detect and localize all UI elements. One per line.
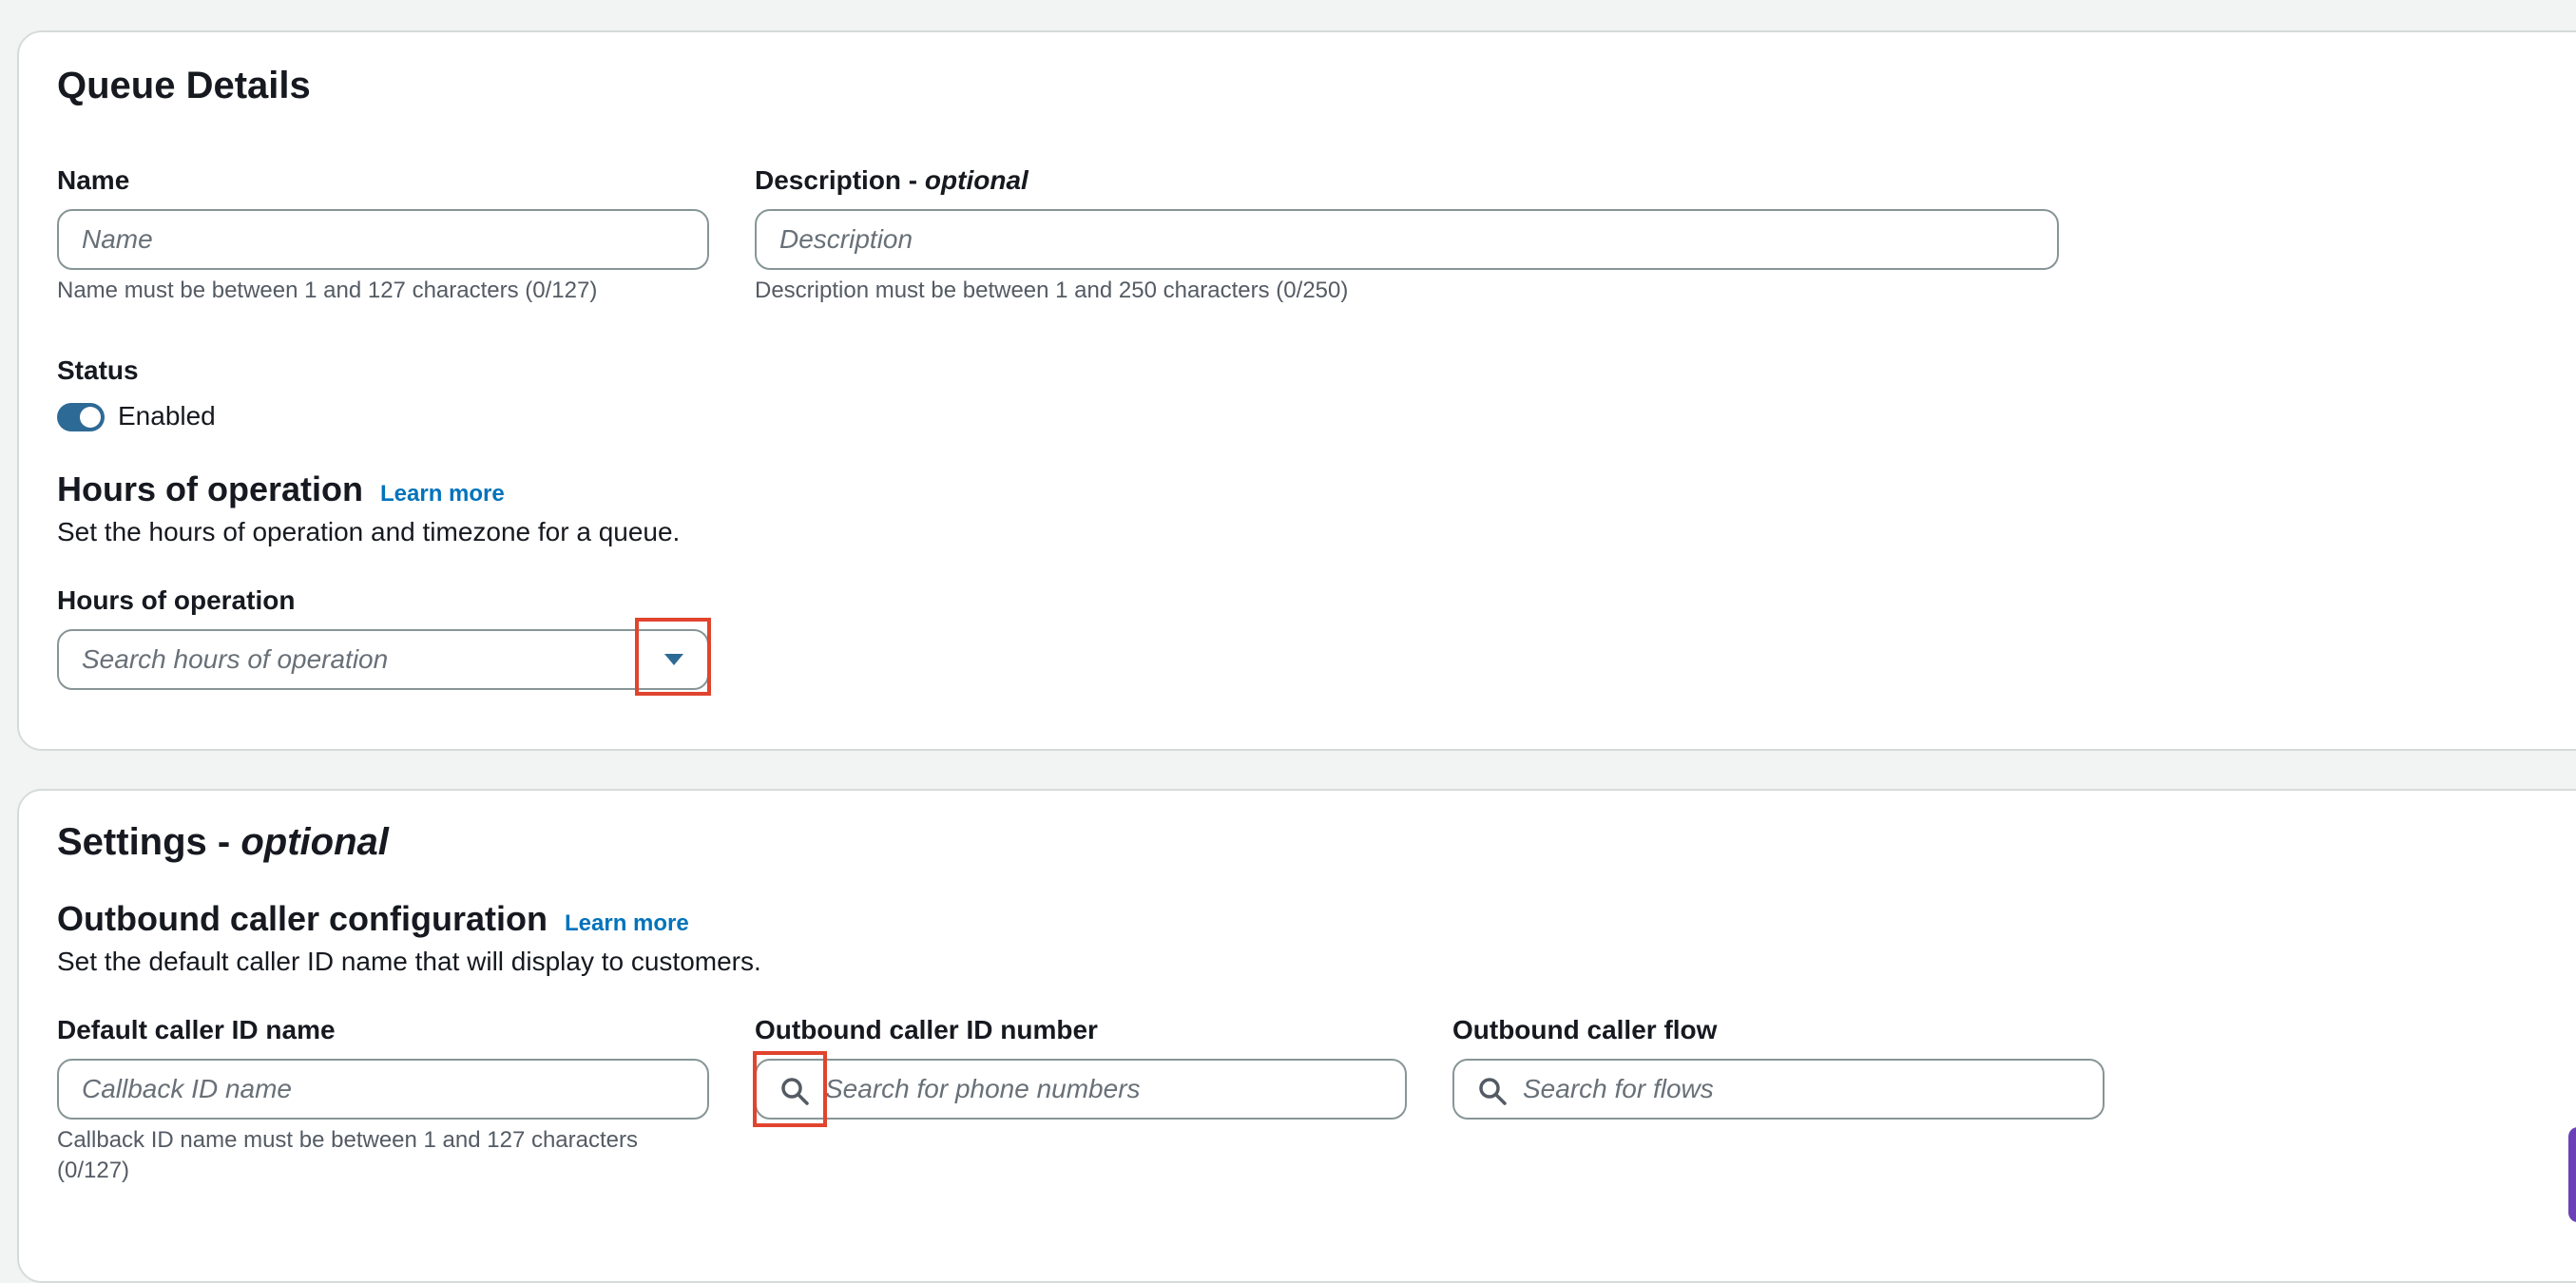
outbound-learn-more-link[interactable]: Learn more: [565, 910, 689, 937]
hours-section-title: Hours of operation: [57, 469, 363, 508]
default-caller-id-name-input[interactable]: [59, 1061, 707, 1118]
description-input[interactable]: [757, 211, 2057, 268]
name-hint: Name must be between 1 and 127 character…: [57, 278, 598, 303]
status-toggle-knob: [80, 407, 101, 428]
outbound-section-header: Outbound caller configuration Learn more: [57, 899, 689, 939]
default-caller-id-name-field[interactable]: [57, 1059, 709, 1120]
settings-title: Settings - optional: [57, 821, 389, 864]
description-field[interactable]: [755, 209, 2059, 270]
description-optional-text: optional: [924, 165, 1028, 195]
outbound-section-title: Outbound caller configuration: [57, 899, 548, 938]
outbound-caller-id-number-input[interactable]: [757, 1061, 1405, 1118]
description-label-text: Description -: [755, 165, 925, 195]
status-toggle[interactable]: [57, 403, 105, 431]
default-caller-id-name-hint-line2: (0/127): [57, 1158, 130, 1183]
caret-down-icon: [664, 654, 683, 665]
default-caller-id-name-label: Default caller ID name: [57, 1015, 336, 1044]
hours-field-label: Hours of operation: [57, 585, 296, 615]
description-label: Description - optional: [755, 165, 1028, 196]
queue-details-panel: Queue Details Name Name must be between …: [17, 30, 2576, 751]
outbound-caller-id-number-field[interactable]: [755, 1059, 1407, 1120]
name-field[interactable]: [57, 209, 709, 270]
side-panel-tab[interactable]: [2568, 1127, 2576, 1222]
outbound-caller-flow-input[interactable]: [1454, 1061, 2103, 1118]
outbound-caller-flow-field[interactable]: [1452, 1059, 2105, 1120]
queue-details-title: Queue Details: [57, 65, 311, 106]
hours-of-operation-select[interactable]: [57, 629, 709, 690]
status-toggle-label: Enabled: [118, 401, 216, 431]
outbound-section-description: Set the default caller ID name that will…: [57, 947, 761, 976]
hours-section-header: Hours of operation Learn more: [57, 469, 505, 509]
outbound-caller-id-number-label: Outbound caller ID number: [755, 1015, 1098, 1044]
settings-title-text: Settings -: [57, 821, 241, 863]
status-label: Status: [57, 355, 139, 385]
dropdown-toggle-button[interactable]: [641, 631, 707, 688]
hours-of-operation-input[interactable]: [59, 631, 707, 688]
description-hint: Description must be between 1 and 250 ch…: [755, 278, 1349, 303]
settings-title-optional: optional: [240, 821, 389, 863]
default-caller-id-name-hint-line1: Callback ID name must be between 1 and 1…: [57, 1127, 639, 1153]
hours-learn-more-link[interactable]: Learn more: [380, 481, 505, 507]
outbound-caller-flow-label: Outbound caller flow: [1452, 1015, 1718, 1044]
name-label: Name: [57, 165, 130, 195]
name-input[interactable]: [59, 211, 707, 268]
settings-panel: Settings - optional Outbound caller conf…: [17, 789, 2576, 1283]
hours-section-description: Set the hours of operation and timezone …: [57, 517, 681, 546]
